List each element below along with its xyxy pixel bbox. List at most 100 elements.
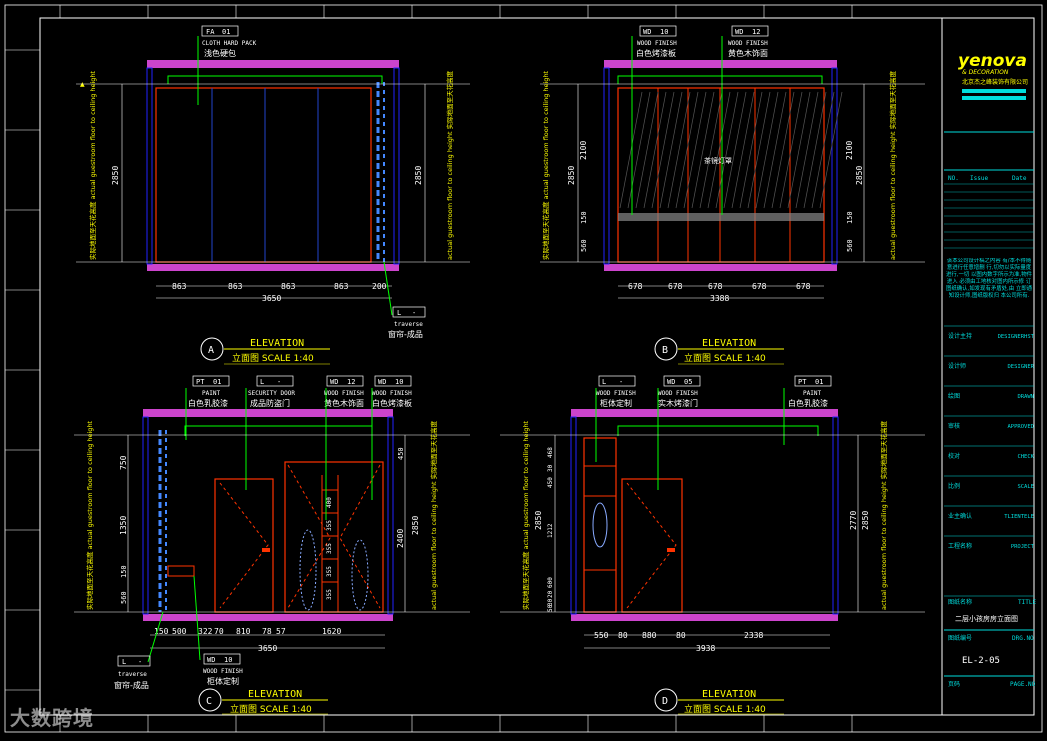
- hdim-d: 80: [618, 631, 628, 640]
- tag-cn: 柜体定制: [600, 398, 632, 408]
- shelf-dim: 400: [326, 497, 333, 508]
- view-title-b: ELEVATION: [702, 338, 756, 349]
- vdim-d: 50: [547, 604, 554, 612]
- hdim-total-b: 3388: [710, 294, 729, 303]
- vdim-b: 150: [846, 211, 854, 224]
- tag-num: 05: [684, 378, 692, 386]
- tb-title-val: 二层小孩房房立面图: [955, 614, 1018, 623]
- tb-row-label-en: TLIENTELE: [1004, 514, 1034, 520]
- tb-row-label-en: DESIGNER: [1008, 364, 1035, 370]
- vdim-b: 560: [580, 239, 588, 252]
- logo-bar: [962, 89, 1026, 93]
- hdim-a: 200: [372, 282, 387, 291]
- floor-band-d: [571, 614, 838, 621]
- vtext-right-b: actual guestroom floor to ceiling height…: [888, 70, 897, 260]
- hdim-b: 678: [796, 282, 811, 291]
- tb-row-label: 校对: [948, 452, 960, 460]
- tb-row-label: 工程名称: [948, 542, 972, 550]
- door-swing-c: [219, 482, 269, 609]
- tb-row-label-en: CHECK: [1017, 454, 1034, 460]
- tag-cn: 黄色木饰面: [728, 48, 768, 58]
- door-swing-c3: [339, 464, 381, 609]
- tag-en: WOOD FINISH: [324, 390, 364, 397]
- tag-num: -: [412, 309, 416, 317]
- hdim-b: 678: [708, 282, 723, 291]
- tb-row-label-en: DRAWN: [1017, 394, 1034, 400]
- view-title-d: ELEVATION: [702, 689, 756, 700]
- mirror-label-b: 茶镜灯罩: [704, 156, 732, 165]
- wall-right-c: [387, 416, 394, 615]
- hdim-a: 863: [281, 282, 296, 291]
- tb-row-label: 业主确认: [948, 512, 972, 520]
- coat-d: [592, 502, 608, 548]
- tag-en: SECURITY DOOR: [248, 390, 295, 397]
- company-logo: yenova: [958, 51, 1027, 71]
- tag-cn: 浅色硬包: [204, 48, 236, 58]
- vdim-c: 450: [397, 447, 405, 460]
- hdim-c: 78: [262, 627, 272, 636]
- cabinet-d: [583, 437, 617, 613]
- wardrobe-b: [617, 87, 825, 263]
- tag-num: 01: [222, 28, 230, 36]
- hdim-c: 57: [276, 627, 286, 636]
- vdim-c: 750: [119, 455, 128, 470]
- view-letter-c: C: [206, 696, 212, 707]
- hdim-a: 863: [228, 282, 243, 291]
- tag-num: 10: [395, 378, 403, 386]
- vtext-left-a: 实际地面至天花高度 actual guestroom floor to ceil…: [88, 70, 97, 260]
- issue-rows: [944, 183, 1034, 249]
- vdim-b: 2850: [567, 166, 576, 185]
- tb-row-label: 设计主持: [948, 332, 972, 340]
- view-title-c: ELEVATION: [248, 689, 302, 700]
- ceiling-band-a: [147, 60, 399, 68]
- elevation-c: 400 355 355 355 355 PT 01 PAINT 白色乳胶漆 L - SE…: [74, 375, 470, 715]
- glass-hatch-b: [619, 91, 843, 209]
- view-sub-a: 立面图 SCALE 1:40: [232, 352, 314, 364]
- hdim-d: 80: [676, 631, 686, 640]
- shelf-band-b: [618, 213, 824, 221]
- ceiling-trim-b: [617, 75, 823, 84]
- tag-code: L: [122, 658, 126, 666]
- ceiling-label-a: ▲: [80, 81, 85, 88]
- vdim-d: 468: [547, 447, 554, 458]
- drawing-canvas: FA 01 CLOTH HARD PACK 浅色硬包 ▲ 实际地面至天花高度 a…: [4, 4, 1043, 733]
- tb-title-cn: 图纸名称: [948, 598, 972, 606]
- tb-row-label-en: PROJECT: [1011, 544, 1035, 550]
- company-name: 北京杰之峰装饰有限公司: [962, 78, 1028, 86]
- tag-cn: 白色乳胶漆: [188, 398, 228, 408]
- tb-row-label: 设计师: [948, 362, 966, 370]
- wall-left-a: [146, 67, 153, 265]
- tag-cn: 白色乳胶漆: [788, 398, 828, 408]
- tag-num: 10: [660, 28, 668, 36]
- vtext-left-b: 实际地面至天花高度 actual guestroom floor to ceil…: [541, 70, 550, 260]
- tb-row-label-en: DESIGNERHST: [998, 334, 1035, 340]
- shelf-dim: 355: [326, 589, 333, 600]
- vdim-a-right: 2850: [414, 166, 423, 185]
- tag-code: WD: [330, 378, 338, 386]
- vdim-d-total: 2850: [534, 511, 543, 530]
- title-block: yenova & DECORATION 北京杰之峰装饰有限公司 NO. Issu…: [944, 51, 1036, 688]
- tag-cn: 柜体定制: [207, 676, 239, 686]
- tag-code: L: [397, 309, 401, 317]
- tag-num: 01: [815, 378, 823, 386]
- tag-code: WD: [378, 378, 386, 386]
- tb-row-label-en: APPROVED: [1008, 424, 1035, 430]
- tag-code: L: [602, 378, 606, 386]
- tag-code: L: [260, 378, 264, 386]
- view-letter-d: D: [662, 696, 668, 707]
- tb-issue: Issue: [970, 175, 988, 182]
- vdim-d: 1212: [547, 523, 554, 538]
- shelf-dim: 355: [326, 543, 333, 554]
- tag-num: 12: [347, 378, 355, 386]
- vdim-c: 560: [120, 591, 128, 604]
- tag-en: PAINT: [202, 390, 220, 397]
- vdim-c: 2850: [411, 516, 420, 535]
- tb-dno-en: DRG.NO: [1012, 635, 1034, 642]
- vdim-d: 450: [547, 477, 554, 488]
- tag-code: WD: [643, 28, 651, 36]
- hdim-c: 1620: [322, 627, 341, 636]
- vdim-d-right: 2850: [861, 511, 870, 530]
- door-frame-d: [621, 478, 683, 613]
- tag-num: -: [277, 378, 281, 386]
- tag-cn: 黄色木饰面: [324, 398, 364, 408]
